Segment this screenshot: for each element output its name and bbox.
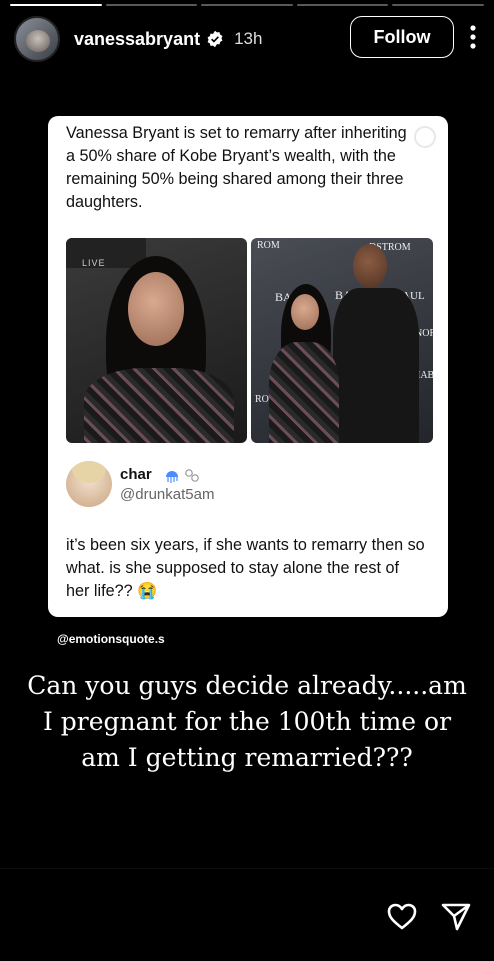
reply-text: it’s been six years, if she wants to rem…	[66, 536, 425, 600]
send-icon[interactable]	[440, 901, 472, 931]
post-time: 13h	[234, 29, 263, 48]
verified-icon	[207, 30, 223, 48]
follow-button[interactable]: Follow	[350, 16, 454, 58]
backdrop-text: ROM	[257, 240, 280, 251]
progress-segment	[392, 4, 484, 6]
dress	[84, 368, 234, 443]
post-card: Vanessa Bryant is set to remarry after i…	[48, 116, 448, 617]
story-header: vanessabryant 13h Follow	[14, 14, 480, 64]
bottom-bar	[0, 868, 494, 961]
progress-segment	[10, 4, 102, 6]
credit-handle: @emotionsquote.s	[57, 632, 165, 646]
backdrop-text: LIVE	[82, 258, 106, 268]
suit	[333, 288, 419, 443]
avatar[interactable]	[14, 16, 60, 62]
face	[128, 272, 184, 346]
dress	[269, 342, 339, 443]
backdrop-text: IAB	[417, 370, 433, 381]
post-headline: Vanessa Bryant is set to remarry after i…	[66, 124, 407, 211]
more-icon[interactable]	[466, 24, 480, 50]
photo-couple: ROM DSTROM BABY BABY PAUL NOR IAB ROM	[251, 238, 433, 443]
story-caption: Can you guys decide already.....am I pre…	[27, 671, 467, 772]
circle-icon	[414, 126, 436, 148]
heart-icon[interactable]	[386, 901, 418, 931]
reply-avatar	[66, 461, 112, 507]
username[interactable]: vanessabryant	[74, 29, 200, 50]
face	[291, 294, 319, 330]
reply-name: char	[120, 466, 152, 483]
symbol-icon	[185, 469, 199, 482]
jellyfish-icon	[166, 471, 178, 483]
progress-segment	[201, 4, 293, 6]
face	[353, 244, 387, 288]
progress-segment	[105, 4, 198, 6]
progress-segment	[296, 4, 389, 6]
reply-handle: @drunkat5am	[120, 486, 215, 503]
story-progress-bar	[10, 4, 484, 6]
photo-vanessa: LIVE	[66, 238, 247, 443]
